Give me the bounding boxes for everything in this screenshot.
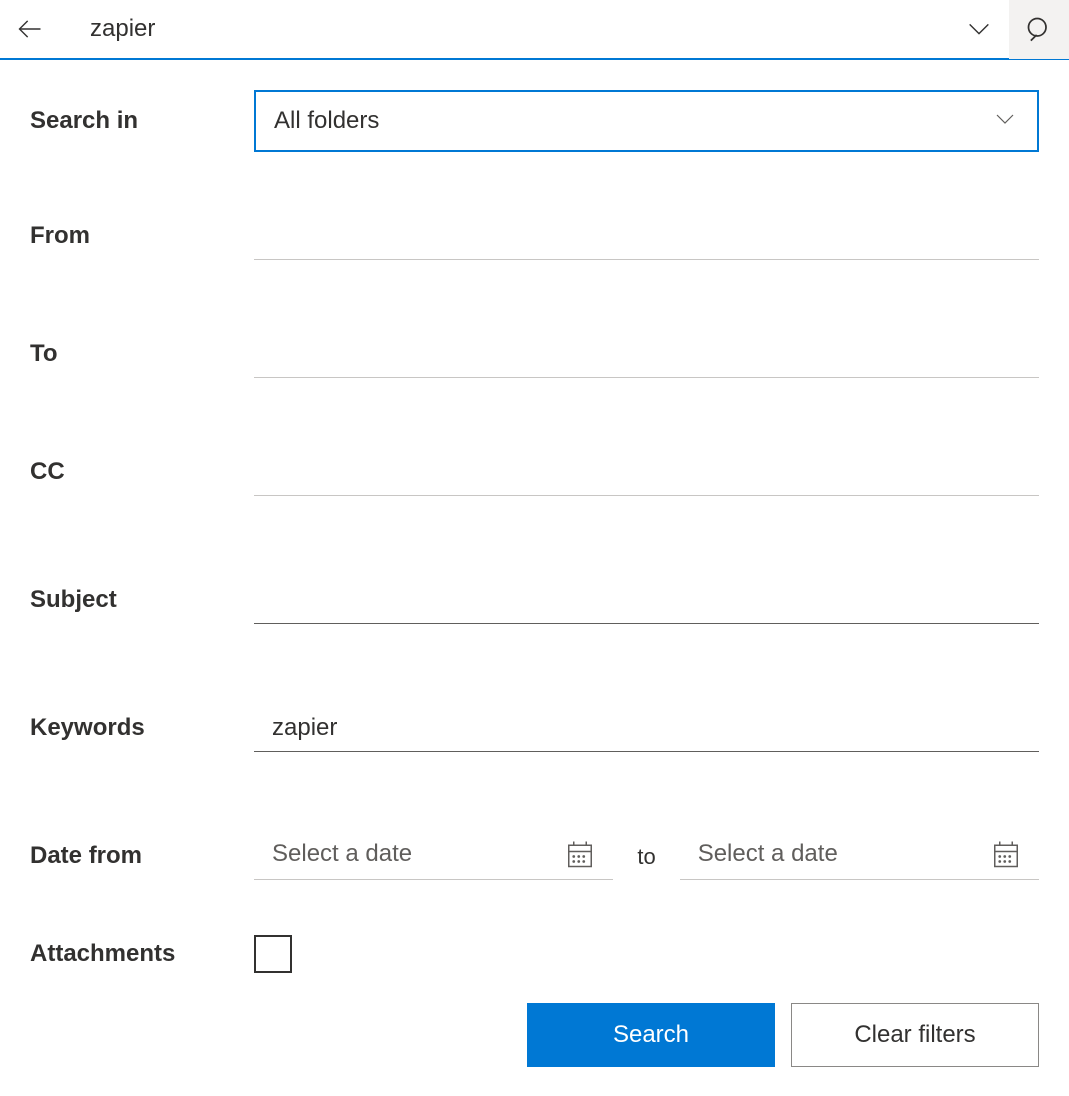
cc-label: CC [30,458,254,486]
to-label: To [30,340,254,368]
search-in-value: All folders [274,107,993,135]
cc-row: CC [30,448,1039,496]
chevron-down-icon [993,107,1019,136]
advanced-search-form: Search in All folders From To CC Subject… [0,60,1069,973]
date-end-placeholder: Select a date [698,840,991,868]
to-row: To [30,330,1039,378]
back-button[interactable] [0,0,60,59]
clear-filters-button[interactable]: Clear filters [791,1003,1039,1067]
button-row: Search Clear filters [0,1003,1069,1067]
search-button[interactable]: Search [527,1003,775,1067]
attachments-checkbox[interactable] [254,935,292,973]
keywords-input[interactable] [254,704,1039,752]
date-inputs: Select a date to Select a date [254,832,1039,880]
chevron-down-icon [965,15,993,43]
subject-label: Subject [30,586,254,614]
to-input[interactable] [254,330,1039,378]
subject-row: Subject [30,576,1039,624]
search-in-select[interactable]: All folders [254,90,1039,152]
attachments-label: Attachments [30,940,254,968]
search-icon [1025,15,1053,43]
calendar-icon [565,839,595,869]
search-topbar [0,0,1069,60]
keywords-label: Keywords [30,714,254,742]
search-query-input[interactable] [60,0,949,58]
collapse-filters-button[interactable] [949,0,1009,59]
attachments-row: Attachments [30,935,1039,973]
cc-input[interactable] [254,448,1039,496]
date-from-row: Date from Select a date to [30,832,1039,880]
date-from-label: Date from [30,842,254,880]
from-label: From [30,222,254,250]
search-in-label: Search in [30,107,254,135]
date-start-input[interactable]: Select a date [254,832,613,880]
date-range-separator: to [637,844,655,880]
from-row: From [30,212,1039,260]
search-in-row: Search in All folders [30,90,1039,152]
subject-input[interactable] [254,576,1039,624]
date-start-placeholder: Select a date [272,840,565,868]
keywords-row: Keywords [30,704,1039,752]
search-icon-button[interactable] [1009,0,1069,59]
calendar-icon [991,839,1021,869]
from-input[interactable] [254,212,1039,260]
date-end-input[interactable]: Select a date [680,832,1039,880]
arrow-left-icon [16,15,44,43]
